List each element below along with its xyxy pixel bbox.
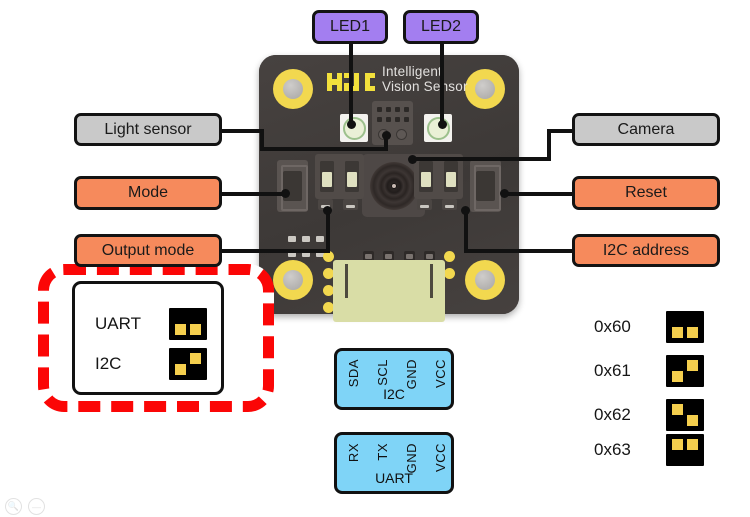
callout-led1[interactable]: LED1 xyxy=(312,10,388,44)
output-mode-row-i2c[interactable]: I2C xyxy=(95,348,207,380)
camera-lens xyxy=(369,161,418,210)
leader-dot-addr xyxy=(461,206,470,215)
callout-light-sensor[interactable]: Light sensor xyxy=(74,113,222,146)
leader-line-light-3 xyxy=(260,147,388,151)
callout-camera[interactable]: Camera xyxy=(572,113,720,146)
leader-line-camera-2 xyxy=(547,129,551,161)
mounting-hole-bottom-right xyxy=(465,260,505,300)
leader-line-mode xyxy=(220,192,286,196)
output-mode-card: UART I2C xyxy=(72,281,224,395)
board-silkscreen: Intelligent Vision Sensor xyxy=(382,64,512,94)
i2c-address-switch-1[interactable] xyxy=(666,355,704,387)
callout-light-sensor-label: Light sensor xyxy=(104,120,192,138)
callout-mode-label: Mode xyxy=(127,184,169,201)
callout-reset[interactable]: Reset xyxy=(572,176,720,210)
callout-reset-label: Reset xyxy=(625,184,667,201)
pin-i2c-3: VCC xyxy=(433,359,448,388)
callout-output-mode[interactable]: Output mode xyxy=(74,234,222,267)
pin-legend-i2c-caption: I2C xyxy=(383,386,405,402)
magnifier-plus-icon[interactable]: 🔍 xyxy=(5,498,22,515)
mounting-hole-top-left xyxy=(273,69,313,109)
pin-uart-1: TX xyxy=(375,443,390,461)
leader-line-light-1 xyxy=(220,129,264,133)
mode-button xyxy=(277,160,308,212)
silk-line-2: Vision Sensor xyxy=(382,78,468,94)
i2c-address-switch-2[interactable] xyxy=(666,399,704,431)
leader-line-reset xyxy=(504,192,574,196)
i2c-address-row-0[interactable]: 0x60 xyxy=(594,311,704,343)
i2c-address-label-0: 0x60 xyxy=(594,317,631,336)
output-mode-dip-switch xyxy=(315,154,364,210)
leader-dot-reset xyxy=(500,189,509,198)
i2c-address-switch-3[interactable] xyxy=(666,434,704,466)
leader-line-output-2 xyxy=(326,211,330,253)
callout-led1-label: LED1 xyxy=(329,18,371,35)
output-mode-row-i2c-switch[interactable] xyxy=(169,348,207,380)
output-mode-row-uart[interactable]: UART xyxy=(95,308,207,340)
leader-dot-output xyxy=(323,206,332,215)
vision-sensor-board: Intelligent Vision Sensor xyxy=(259,55,519,322)
callout-i2c-address-label: I2C address xyxy=(602,241,690,259)
magnifier-minus-icon[interactable]: — xyxy=(28,498,45,515)
leader-line-camera-3 xyxy=(547,129,574,133)
light-sensor-module xyxy=(372,101,413,145)
pin-uart-2: GND xyxy=(404,443,419,474)
pin-legend-uart-caption: UART xyxy=(375,470,413,486)
callout-i2c-address[interactable]: I2C address xyxy=(572,234,720,267)
leader-line-addr-2 xyxy=(464,211,468,253)
callout-output-mode-label: Output mode xyxy=(101,241,195,259)
output-mode-row-uart-label: UART xyxy=(95,314,141,333)
leader-line-output-1 xyxy=(220,249,330,253)
leader-line-led2 xyxy=(440,44,444,126)
leader-dot-mode xyxy=(281,189,290,198)
pin-i2c-2: GND xyxy=(404,359,419,390)
pin-legend-uart: RX TX GND VCC UART xyxy=(334,432,454,494)
mounting-hole-bottom-left xyxy=(273,260,313,300)
output-mode-row-i2c-label: I2C xyxy=(95,354,122,373)
leader-line-camera-1 xyxy=(412,157,551,161)
pin-i2c-1: SCL xyxy=(375,359,390,386)
i2c-address-row-1[interactable]: 0x61 xyxy=(594,355,704,387)
i2c-address-label-2: 0x62 xyxy=(594,405,631,424)
i2c-address-label-1: 0x61 xyxy=(594,361,631,380)
callout-led2-label: LED2 xyxy=(420,18,462,35)
pin-uart-0: RX xyxy=(346,443,361,463)
i2c-address-row-2[interactable]: 0x62 xyxy=(594,399,704,431)
i2c-address-label-3: 0x63 xyxy=(594,440,631,459)
led2 xyxy=(424,114,452,142)
fpc-connector xyxy=(333,260,445,322)
leader-dot-led1 xyxy=(347,120,356,129)
leader-dot-light xyxy=(382,131,391,140)
leader-line-led1 xyxy=(349,44,353,126)
diagram-canvas: Intelligent Vision Sensor LED1 LED2 Ligh… xyxy=(0,0,750,517)
pin-uart-3: VCC xyxy=(433,443,448,472)
leader-dot-led2 xyxy=(438,120,447,129)
output-mode-row-uart-switch[interactable] xyxy=(169,308,207,340)
pin-i2c-0: SDA xyxy=(346,359,361,388)
viewer-controls[interactable]: 🔍 — xyxy=(5,498,45,515)
reset-button xyxy=(470,160,501,212)
callout-camera-label: Camera xyxy=(617,120,675,138)
callout-mode[interactable]: Mode xyxy=(74,176,222,210)
silk-line-1: Intelligent xyxy=(382,64,442,79)
i2c-address-row-3[interactable]: 0x63 xyxy=(594,434,704,466)
pin-legend-i2c: SDA SCL GND VCC I2C xyxy=(334,348,454,410)
leader-line-addr-1 xyxy=(464,249,574,253)
callout-led2[interactable]: LED2 xyxy=(403,10,479,44)
i2c-address-switch-0[interactable] xyxy=(666,311,704,343)
